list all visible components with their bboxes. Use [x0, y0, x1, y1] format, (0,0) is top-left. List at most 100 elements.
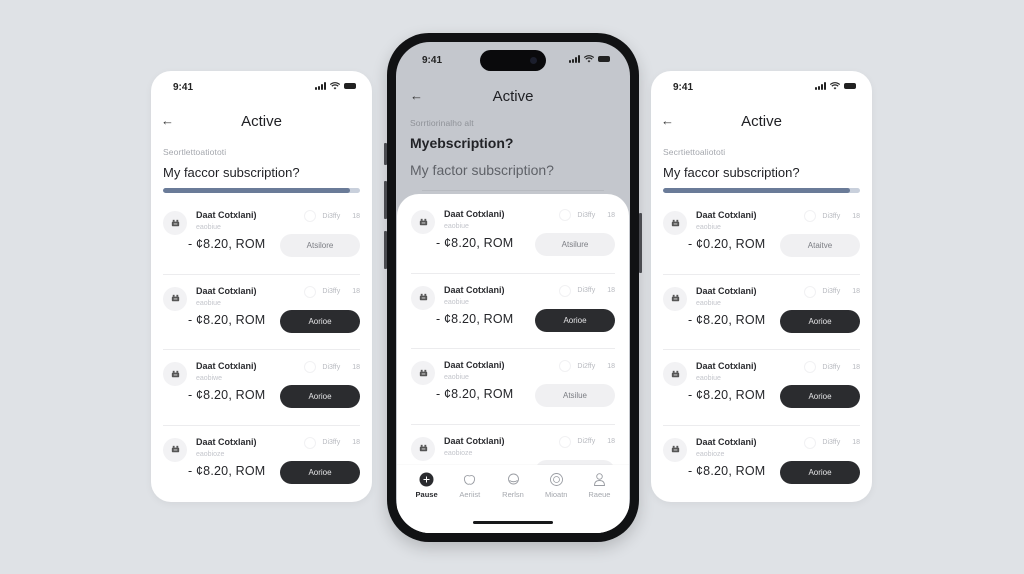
status-button[interactable]: Aorioe — [280, 385, 360, 408]
tab-raeue[interactable]: Raeue — [578, 472, 621, 499]
service-logo-icon — [419, 444, 427, 452]
meta-circle-icon — [559, 360, 572, 372]
meta-circle-icon — [804, 361, 817, 373]
wifi-icon — [584, 55, 594, 63]
service-avatar — [163, 362, 187, 386]
progress-bar — [663, 188, 860, 193]
status-button[interactable]: Aorioe — [780, 309, 860, 333]
subscription-price: - ¢8.20, ROM — [188, 312, 266, 327]
progress-bar — [163, 188, 360, 193]
subscription-name: Daat Cotxlani) — [196, 210, 257, 220]
meta-count: 18 — [607, 287, 615, 294]
subscription-row[interactable]: Daat Cotxlani) eaobiue - ¢8.20, ROM Di2f… — [411, 349, 615, 425]
subscription-row[interactable]: Daat Cotxlani) eaobioze - ¢8.20, ROM Di3… — [663, 426, 860, 502]
subscription-name: Daat Cotxlani) — [444, 209, 505, 219]
status-time: 9:41 — [422, 55, 443, 66]
page-title: Active — [492, 88, 534, 105]
status-button[interactable]: Ataitve — [780, 234, 860, 257]
meta-circle-icon — [804, 285, 817, 298]
action-button — [384, 143, 387, 165]
subscription-meta: Di2ffy 18 — [559, 435, 615, 448]
subscription-meta: Di3ffy 18 — [304, 285, 360, 298]
status-button[interactable]: Aorioe — [280, 309, 360, 333]
meta-circle-icon — [804, 210, 817, 222]
service-avatar — [411, 210, 435, 234]
section-label: Secrtiettoaliototi — [663, 147, 726, 157]
status-button[interactable]: Atsilore — [280, 234, 360, 257]
meta-label: Di3ffy — [577, 287, 596, 294]
subscription-name: Daat Cotxlani) — [444, 284, 505, 295]
status-button[interactable]: Aorioe — [535, 308, 615, 332]
subscription-row[interactable]: Daat Cotxlani) eaobiwe - ¢8.20, ROM Di3f… — [163, 350, 360, 426]
apple-icon — [462, 472, 477, 487]
subscription-row[interactable]: Daat Cotxlani) eaobiue - ¢8.20, ROM Di3f… — [163, 275, 360, 350]
subscription-row[interactable]: Daat Cotxlani) eaobiue - ¢0.20, ROM Di3f… — [663, 199, 860, 275]
subscription-subtitle: eaobiwe — [196, 375, 223, 382]
subscription-price: - ¢0.20, ROM — [688, 237, 766, 251]
status-button[interactable]: Aorioe — [780, 385, 860, 408]
subscription-price: - ¢8.20, ROM — [188, 237, 266, 251]
meta-circle-icon — [804, 436, 817, 449]
status-bar: 9:41 — [396, 42, 630, 72]
service-avatar — [411, 436, 435, 461]
tab-aeriist[interactable]: Aeriist — [448, 472, 491, 499]
status-button[interactable]: Atsilure — [535, 233, 615, 256]
subscription-row[interactable]: Daat Cotxlani) eaobioze - ¢8.20, ROM Di3… — [163, 426, 360, 502]
status-button[interactable]: Aorioe — [780, 460, 860, 484]
subscription-name: Daat Cotxlani) — [196, 285, 257, 296]
volume-down-button — [384, 231, 387, 269]
status-bar: 9:41 — [651, 71, 872, 101]
subscription-subtitle: eaobiue — [196, 299, 221, 307]
tab-label: Raeue — [588, 490, 611, 499]
power-button — [639, 213, 642, 273]
meta-label: Di3ffy — [577, 211, 596, 219]
tab-rerlsn[interactable]: Rerlsn — [491, 472, 534, 499]
meta-label: Di2ffy — [577, 362, 596, 370]
subscription-question: My faccor subscription? — [663, 165, 800, 180]
meta-circle-icon — [304, 361, 317, 373]
meta-circle-icon — [559, 435, 572, 448]
service-avatar — [663, 437, 687, 462]
meta-circle-icon — [304, 436, 317, 449]
subscription-row[interactable]: Daat Cotxlani) eaobiue - ¢8.20, ROM Di3f… — [663, 350, 860, 426]
meta-circle-icon — [559, 209, 572, 221]
meta-count: 18 — [352, 363, 360, 371]
subscription-name: Daat Cotxlani) — [444, 435, 505, 446]
subscription-subtitle: eaobioze — [196, 450, 225, 458]
volume-up-button — [384, 181, 387, 219]
meta-label: Di3ffy — [322, 212, 341, 220]
status-button[interactable]: Aorioe — [280, 460, 360, 484]
subscription-name: Daat Cotxlani) — [696, 285, 757, 296]
phone-screen: 9:41 ← Active Sorrtiorinalho alt Myebscr… — [396, 42, 630, 533]
meta-count: 18 — [607, 362, 615, 370]
face-icon — [506, 472, 521, 487]
tab-mioatn[interactable]: Mioatn — [535, 472, 578, 499]
home-indicator[interactable] — [473, 521, 553, 524]
meta-circle-icon — [559, 284, 572, 297]
subscription-subtitle: eaobioze — [696, 450, 725, 458]
subscription-meta: Di3ffy 18 — [304, 210, 360, 222]
subscription-question: My faccor subscription? — [163, 165, 300, 180]
divider — [422, 190, 604, 191]
section-label: Seortlettoatiototi — [163, 147, 227, 157]
subscription-row[interactable]: Daat Cotxlani) eaobiue - ¢8.20, ROM Di3f… — [411, 274, 615, 349]
subscription-subtitle: eaobiue — [696, 224, 721, 231]
meta-count: 18 — [352, 212, 360, 220]
status-icons — [315, 82, 356, 90]
tab-pause[interactable]: Pause — [405, 472, 448, 499]
status-button[interactable]: Atsilue — [535, 384, 615, 407]
nav-bar: ← Active — [151, 111, 372, 133]
status-icons — [569, 55, 610, 63]
subscription-row[interactable]: Daat Cotxlani) eaobiue - ¢8.20, ROM Di3f… — [163, 199, 360, 275]
subscription-meta: Di3ffy 18 — [804, 361, 860, 373]
subscription-row[interactable]: Daat Cotxlani) eaobiue - ¢8.20, ROM Di3f… — [663, 275, 860, 350]
meta-label: Di3ffy — [822, 363, 841, 371]
service-logo-icon — [171, 294, 179, 302]
service-logo-icon — [171, 445, 179, 453]
meta-circle-icon — [304, 210, 317, 222]
subscription-list: Daat Cotxlani) eaobiue - ¢0.20, ROM Di3f… — [651, 199, 872, 501]
subscription-row[interactable]: Daat Cotxlani) eaobiue - ¢8.20, ROM Di3f… — [411, 198, 615, 274]
subscription-price: - ¢8.20, ROM — [436, 236, 514, 250]
nav-bar: ← Active — [396, 86, 630, 108]
subscription-list: Daat Cotxlani) eaobiue - ¢8.20, ROM Di3f… — [397, 198, 629, 500]
